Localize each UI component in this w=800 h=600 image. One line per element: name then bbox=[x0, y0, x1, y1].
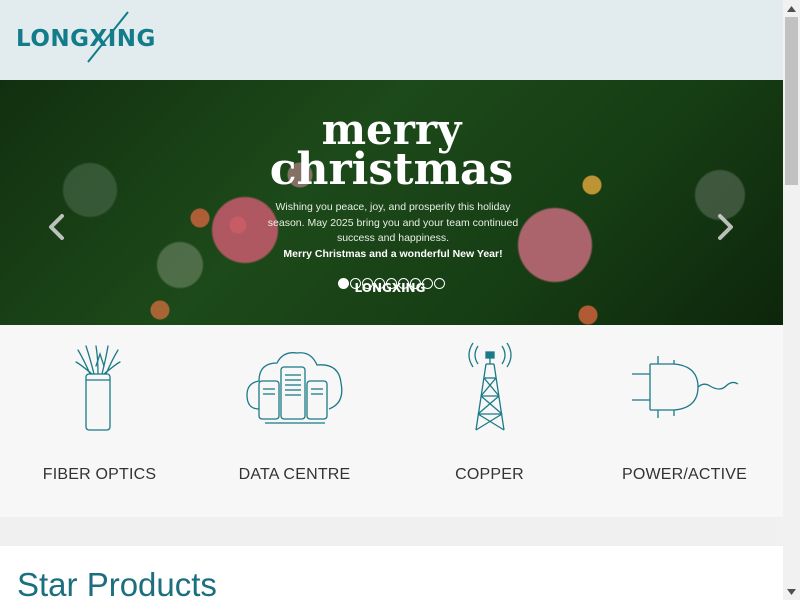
category-label: DATA CENTRE bbox=[238, 466, 351, 483]
chevron-right-icon bbox=[718, 214, 733, 240]
chevron-left-icon bbox=[49, 214, 64, 240]
banner-message-strong: Merry Christmas and a wonderful New Year… bbox=[283, 247, 503, 260]
star-products-heading: Star Products bbox=[17, 566, 217, 600]
banner-title: merry christmas bbox=[0, 109, 783, 195]
category-data-centre[interactable]: DATA CENTRE bbox=[197, 325, 392, 517]
banner-logo-text: LONGXING bbox=[354, 281, 426, 295]
logo-slash-icon bbox=[87, 11, 129, 63]
carousel-next-button[interactable] bbox=[710, 212, 740, 242]
banner-title-line2: christmas bbox=[269, 144, 514, 195]
hero-carousel: merry christmas Wishing you peace, joy, … bbox=[0, 80, 783, 325]
scroll-down-button[interactable] bbox=[783, 583, 800, 600]
category-label: FIBER OPTICS bbox=[42, 466, 157, 483]
category-copper[interactable]: COPPER bbox=[392, 325, 587, 517]
site-header: LONGXING bbox=[0, 0, 783, 80]
banner-logo: LONGXING bbox=[340, 276, 440, 300]
scroll-thumb[interactable] bbox=[785, 17, 798, 185]
data-centre-icon bbox=[197, 341, 392, 433]
category-label: POWER/ACTIVE bbox=[621, 466, 748, 483]
product-categories: FIBER OPTICS DATA CENTRE COPPER POWER/AC… bbox=[0, 325, 783, 517]
power-plug-icon bbox=[587, 341, 782, 433]
banner-message: Wishing you peace, joy, and prosperity t… bbox=[263, 200, 523, 262]
scroll-down-arrow-icon bbox=[787, 588, 796, 595]
vertical-scrollbar[interactable] bbox=[783, 0, 800, 600]
category-power-active[interactable]: POWER/ACTIVE bbox=[587, 325, 782, 517]
category-fiber-optics[interactable]: FIBER OPTICS bbox=[2, 325, 197, 517]
page: LONGXING merry christmas Wishing you pea… bbox=[0, 0, 783, 600]
carousel-prev-button[interactable] bbox=[42, 212, 72, 242]
longxing-logo[interactable]: LONGXING bbox=[14, 10, 184, 66]
scroll-up-arrow-icon bbox=[787, 5, 796, 12]
scroll-up-button[interactable] bbox=[783, 0, 800, 17]
copper-tower-icon bbox=[392, 341, 587, 433]
banner-message-text: Wishing you peace, joy, and prosperity t… bbox=[267, 201, 519, 244]
star-products-section: Star Products bbox=[0, 546, 783, 600]
category-label: COPPER bbox=[455, 466, 524, 483]
fiber-optics-icon bbox=[2, 341, 197, 433]
